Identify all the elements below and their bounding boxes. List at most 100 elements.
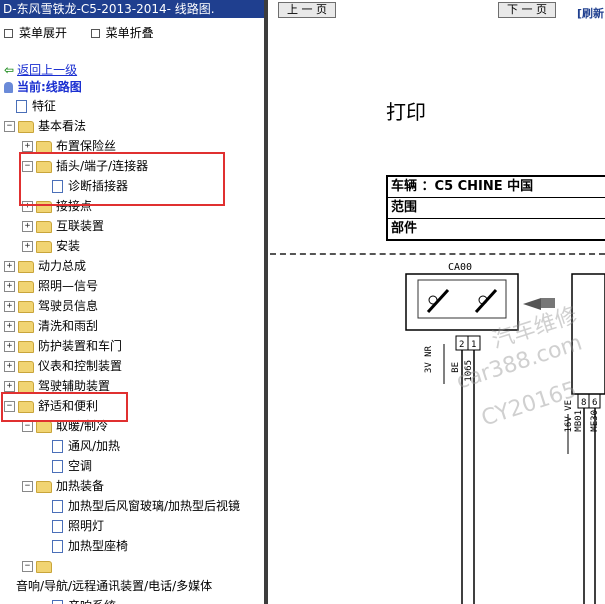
tree-item[interactable]: 特征	[4, 96, 56, 116]
folder-icon	[18, 320, 34, 333]
tree-item[interactable]: + 仪表和控制装置	[4, 356, 122, 376]
pin-1-label: 1	[471, 340, 476, 350]
tree-spacer	[40, 462, 49, 471]
document-icon	[52, 520, 63, 533]
vehicle-row: 车辆 ：C5 CHINE 中国	[388, 177, 605, 198]
folder-icon	[18, 380, 34, 393]
expand-icon	[4, 29, 13, 38]
tree-item[interactable]: + 防护装置和车门	[4, 336, 122, 356]
document-icon	[52, 440, 63, 453]
collapse-toggle-icon[interactable]: −	[22, 421, 33, 432]
expand-toggle-icon[interactable]: +	[4, 381, 15, 392]
tree-item[interactable]: + 动力总成	[4, 256, 86, 276]
tree-item[interactable]: 通风/加热	[40, 436, 120, 456]
folder-icon	[18, 340, 34, 353]
tree-item-label: 驾驶辅助装置	[38, 379, 111, 393]
tree-item-label: 加热装备	[56, 479, 105, 493]
tree-item[interactable]: 加热型后风窗玻璃/加热型后视镜	[40, 496, 240, 516]
tree-item[interactable]: − 基本看法	[4, 116, 86, 136]
tree-item-label: 基本看法	[38, 119, 87, 133]
expand-toggle-icon[interactable]: +	[22, 141, 33, 152]
next-page-button[interactable]: 下 一 页	[498, 2, 556, 18]
tree-item-label: 加热型座椅	[68, 539, 129, 553]
expand-toggle-icon[interactable]: +	[22, 241, 33, 252]
tree-item[interactable]: 音响/导航/远程通讯装置/电话/多媒体	[4, 576, 212, 596]
tree-item[interactable]: + 照明—信号	[4, 276, 98, 296]
tree-item-label: 音响/导航/远程通讯装置/电话/多媒体	[16, 579, 213, 593]
expand-toggle-icon[interactable]: +	[4, 341, 15, 352]
back-link[interactable]: ⇦ 返回上一级	[4, 61, 77, 78]
part-row: 部件	[391, 221, 418, 236]
tree-item[interactable]: + 驾驶员信息	[4, 296, 98, 316]
tree-item-label: 动力总成	[38, 259, 87, 273]
folder-icon	[36, 480, 52, 493]
tree-item-label: 照明—信号	[38, 279, 99, 293]
collapse-toggle-icon[interactable]: −	[22, 481, 33, 492]
expand-toggle-icon[interactable]: +	[4, 321, 15, 332]
wire-label-me30: ME30	[590, 410, 600, 432]
tree-item[interactable]: + 清洗和雨刮	[4, 316, 98, 336]
pin-8-label: 8	[581, 398, 586, 408]
tree-item-label: 通风/加热	[68, 439, 121, 453]
folder-icon	[36, 560, 52, 573]
collapse-toggle-icon[interactable]: −	[4, 121, 15, 132]
navigation-panel: D-东风雪铁龙-C5-2013-2014- 线路图. 菜单展开 菜单折叠 ⇦ 返回…	[0, 0, 264, 604]
refresh-link[interactable]: [刷新	[577, 5, 604, 21]
tree-item[interactable]: 照明灯	[40, 516, 104, 536]
document-icon	[52, 600, 63, 604]
tree-item-label: 安装	[56, 239, 81, 253]
tree-item-label: 仪表和控制装置	[38, 359, 123, 373]
document-viewer: 上 一 页 下 一 页 [刷新 打印 车辆 ：C5 CHINE 中国 范围 部件…	[268, 0, 605, 604]
wire-label-3v: 3V NR	[424, 346, 434, 374]
tree-item[interactable]: − 加热装备	[22, 476, 104, 496]
tree-item-label: 清洗和雨刮	[38, 319, 99, 333]
tree-item-label: 驾驶员信息	[38, 299, 99, 313]
tree-item-label: 加热型后风窗玻璃/加热型后视镜	[68, 499, 241, 513]
tree-item-label: 空调	[68, 459, 93, 473]
expand-menu-button[interactable]: 菜单展开	[4, 24, 67, 41]
current-location: 当前:线路图	[4, 78, 82, 95]
folder-icon	[36, 140, 52, 153]
diagram-separator	[270, 253, 605, 255]
expand-toggle-icon[interactable]: +	[4, 301, 15, 312]
vehicle-info-table: 车辆 ：C5 CHINE 中国 范围 部件	[386, 175, 605, 241]
tree-spacer	[4, 582, 13, 591]
window-title: D-东风雪铁龙-C5-2013-2014- 线路图.	[0, 0, 264, 18]
folder-icon	[36, 420, 52, 433]
expand-toggle-icon[interactable]: +	[4, 261, 15, 272]
tree-spacer	[40, 502, 49, 511]
tree-item[interactable]: 音响系统	[40, 596, 116, 604]
tree-item[interactable]: 空调	[40, 456, 92, 476]
folder-icon	[36, 220, 52, 233]
tree-item-label: 防护装置和车门	[38, 339, 123, 353]
expand-toggle-icon[interactable]: +	[4, 361, 15, 372]
document-icon	[52, 500, 63, 513]
menu-toolbar: 菜单展开 菜单折叠	[4, 24, 154, 41]
document-icon	[52, 540, 63, 553]
pin-6-label: 6	[592, 398, 597, 408]
tree-spacer	[40, 522, 49, 531]
tree-spacer	[40, 442, 49, 451]
folder-icon	[18, 260, 34, 273]
document-icon	[52, 460, 63, 473]
print-label[interactable]: 打印	[386, 96, 426, 125]
back-arrow-icon: ⇦	[4, 63, 15, 77]
highlight-box-comfort	[1, 392, 128, 422]
tree-spacer	[4, 102, 13, 111]
pin-2-label: 2	[459, 340, 464, 350]
folder-icon	[18, 120, 34, 133]
tree-item[interactable]: + 安装	[22, 236, 80, 256]
collapse-menu-button[interactable]: 菜单折叠	[90, 24, 154, 41]
prev-page-button[interactable]: 上 一 页	[278, 2, 336, 18]
tree-item-label: 互联装置	[56, 219, 105, 233]
expand-toggle-icon[interactable]: +	[4, 281, 15, 292]
tree-item[interactable]: −	[22, 556, 56, 576]
collapse-toggle-icon[interactable]: −	[22, 561, 33, 572]
folder-icon	[36, 240, 52, 253]
tree-spacer	[40, 542, 49, 551]
folder-icon	[18, 280, 34, 293]
tree-item[interactable]: 加热型座椅	[40, 536, 128, 556]
tree-item-label: 音响系统	[68, 599, 116, 604]
tree-item[interactable]: + 互联装置	[22, 216, 104, 236]
expand-toggle-icon[interactable]: +	[22, 221, 33, 232]
